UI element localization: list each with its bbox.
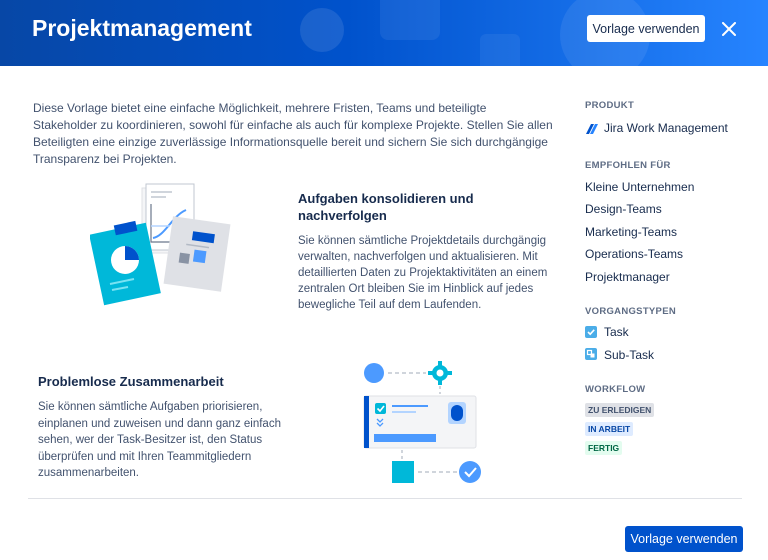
feature-text-collaboration: Sie können sämtliche Aufgaben priorisier…: [38, 401, 281, 479]
use-template-button-header[interactable]: Vorlage verwenden: [587, 15, 705, 42]
feature-text-consolidate: Sie können sämtliche Projektdetails durc…: [298, 235, 548, 311]
use-template-button-footer[interactable]: Vorlage verwenden: [625, 526, 743, 552]
header-decoration: [380, 0, 440, 40]
issue-type-label: Task: [604, 325, 629, 339]
issue-types-section-title: VORGANGSTYPEN: [585, 306, 676, 317]
recommended-item: Kleine Unternehmen: [585, 179, 695, 194]
header-decoration: [300, 8, 344, 52]
recommended-item: Projektmanager: [585, 269, 670, 284]
status-lozenge-todo: ZU ERLEDIGEN: [585, 403, 655, 417]
workflow-section-title: WORKFLOW: [585, 384, 646, 395]
close-button[interactable]: [716, 16, 742, 42]
product-item: Jira Work Management: [585, 117, 755, 140]
status-lozenge-in-progress: IN ARBEIT: [585, 422, 634, 436]
page-title: Projektmanagement: [32, 15, 252, 41]
recommended-section-title: EMPFOHLEN FÜR: [585, 159, 671, 171]
recommended-item: Marketing-Teams: [585, 224, 678, 239]
close-icon: [722, 22, 736, 36]
status-lozenge-done: FERTIG: [585, 441, 623, 455]
subtask-icon: [585, 348, 598, 361]
template-description: Diese Vorlage bietet eine einfache Mögli…: [33, 101, 553, 166]
consolidate-tasks-illustration: [89, 180, 240, 315]
task-checkbox-icon: [585, 325, 598, 339]
product-section-title: PRODUKT: [585, 100, 635, 111]
template-sidebar: PRODUKT Jira Work Management EMPFOHLEN F…: [585, 100, 755, 457]
footer-divider: [28, 498, 742, 499]
feature-title-collaboration: Problemlose Zusammenarbeit: [38, 374, 224, 389]
recommended-item: Operations-Teams: [585, 247, 684, 261]
issue-type-subtask: Sub-Task: [585, 344, 755, 367]
collaboration-illustration: [360, 358, 490, 488]
issue-type-task: Task: [585, 321, 755, 344]
issue-type-label: Sub-Task: [604, 347, 655, 362]
feature-title-consolidate: Aufgaben konsolidieren und nachverfolgen: [298, 191, 474, 223]
product-name: Jira Work Management: [604, 121, 728, 135]
jira-work-management-icon: [585, 122, 598, 135]
modal-header: Projektmanagement Vorlage verwenden: [0, 0, 768, 66]
recommended-item: Design-Teams: [585, 202, 662, 216]
header-decoration: [480, 34, 520, 66]
